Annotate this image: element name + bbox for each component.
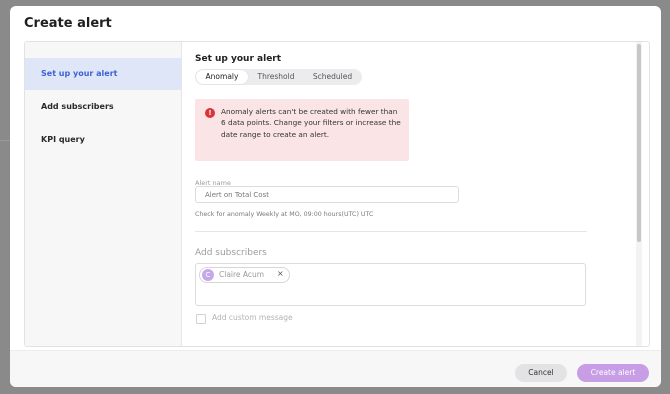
error-message: Anomaly alerts can't be created with few… xyxy=(221,107,401,139)
section-divider xyxy=(195,231,587,232)
scrollbar-thumb[interactable] xyxy=(637,44,641,242)
close-icon[interactable]: × xyxy=(277,269,284,278)
subscriber-name: Claire Acum xyxy=(219,270,265,279)
subscriber-chip: C Claire Acum × xyxy=(199,267,290,283)
sidebar-item-setup[interactable]: Set up your alert xyxy=(25,58,181,90)
alert-type-anomaly[interactable]: Anomaly xyxy=(196,70,248,84)
modal-footer: Cancel Create alert xyxy=(10,350,661,387)
section-title-subscribers: Add subscribers xyxy=(195,248,267,258)
modal-title: Create alert xyxy=(24,16,112,31)
alert-type-toggle: Anomaly Threshold Scheduled xyxy=(195,69,362,85)
error-banner: ! Anomaly alerts can't be created with f… xyxy=(195,99,409,161)
cancel-button[interactable]: Cancel xyxy=(515,364,567,382)
create-alert-modal: Create alert Set up your alert Add subsc… xyxy=(10,6,661,387)
alert-type-threshold[interactable]: Threshold xyxy=(250,70,302,84)
step-sidebar: Set up your alert Add subscribers KPI qu… xyxy=(25,42,182,346)
modal-body: Set up your alert Add subscribers KPI qu… xyxy=(24,41,650,347)
alert-type-scheduled[interactable]: Scheduled xyxy=(304,70,361,84)
scrollbar[interactable] xyxy=(636,42,642,346)
custom-message-label: Add custom message xyxy=(212,313,293,322)
exclamation-icon: ! xyxy=(205,108,215,118)
section-title-setup: Set up your alert xyxy=(195,54,282,64)
create-alert-button[interactable]: Create alert xyxy=(577,364,649,382)
form-content: Set up your alert Anomaly Threshold Sche… xyxy=(182,42,642,346)
custom-message-checkbox[interactable] xyxy=(196,314,206,324)
avatar: C xyxy=(202,269,214,281)
sidebar-item-kpi-query[interactable]: KPI query xyxy=(25,124,181,156)
alert-name-input[interactable] xyxy=(195,186,459,203)
schedule-note: Check for anomaly Weekly at MO, 09:00 ho… xyxy=(195,211,374,218)
sidebar-item-subscribers[interactable]: Add subscribers xyxy=(25,91,181,123)
subscribers-input[interactable]: C Claire Acum × xyxy=(195,263,586,306)
modal-header: Create alert xyxy=(10,6,661,40)
